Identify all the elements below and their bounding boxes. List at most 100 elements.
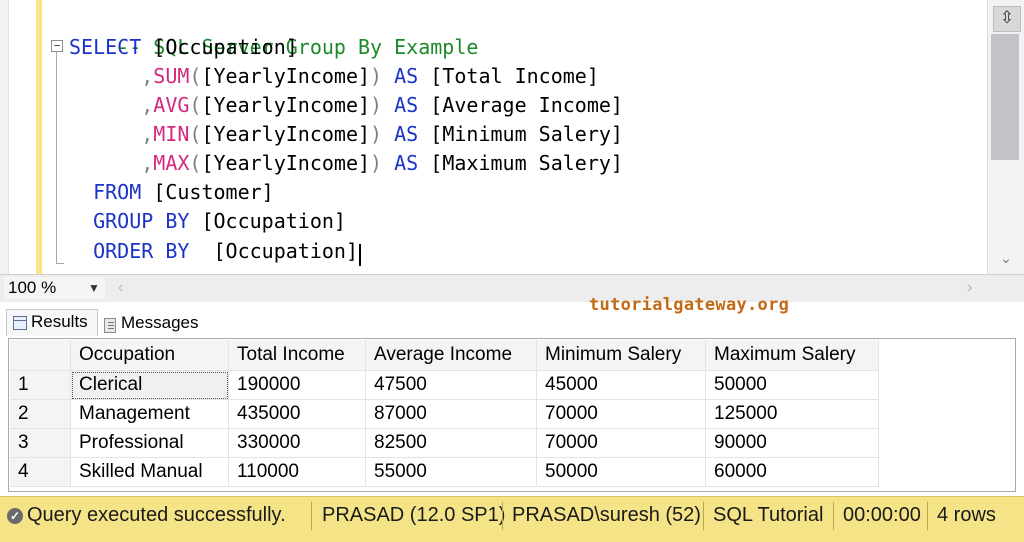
status-divider xyxy=(311,502,312,530)
table-cell[interactable]: 125000 xyxy=(705,399,879,429)
paren-close: ) xyxy=(370,93,383,117)
table-cell[interactable]: 110000 xyxy=(228,457,366,487)
paren-open: ( xyxy=(189,151,202,175)
function-sum: SUM xyxy=(153,64,190,88)
editor-gutter xyxy=(0,0,9,274)
alias-average-income: [Average Income] xyxy=(430,93,623,117)
table-cell[interactable]: 50000 xyxy=(705,370,879,400)
sql-editor[interactable]: − -- SQL Server Group By Example SELECT … xyxy=(0,0,1024,274)
code-line-avg: ,AVG([YearlyIncome]) AS [Average Income] xyxy=(69,91,623,120)
grid-icon xyxy=(13,316,27,330)
column-header-maximum-salery[interactable]: Maximum Salery xyxy=(705,340,879,371)
grid-header-row: Occupation Total Income Average Income M… xyxy=(10,340,879,371)
table-cell[interactable]: Professional xyxy=(70,428,229,458)
table-cell[interactable]: 60000 xyxy=(705,457,879,487)
row-number[interactable]: 1 xyxy=(10,370,71,400)
zoom-strip xyxy=(0,274,1024,304)
table-cell[interactable]: 70000 xyxy=(536,399,706,429)
code-line-from: FROM [Customer] xyxy=(69,178,274,207)
column-yearly-income: [YearlyIncome] xyxy=(201,93,371,117)
collapse-toggle-icon[interactable]: − xyxy=(51,40,63,52)
column-header-total-income[interactable]: Total Income xyxy=(228,340,366,371)
watermark: tutorialgateway.org xyxy=(589,295,790,315)
chevron-down-icon[interactable]: ▼ xyxy=(88,277,100,299)
alias-total-income: [Total Income] xyxy=(430,64,599,88)
comma: , xyxy=(141,122,154,146)
code-line-sum: ,SUM([YearlyIncome]) AS [Total Income] xyxy=(69,62,599,91)
split-icon[interactable]: ⇳ xyxy=(993,6,1021,32)
grid-corner[interactable] xyxy=(10,340,71,371)
table-row[interactable]: 3 Professional 330000 82500 70000 90000 xyxy=(10,428,879,458)
row-number[interactable]: 2 xyxy=(10,399,71,429)
code-line-comment: -- SQL Server Group By Example xyxy=(69,4,478,59)
status-message: Query executed successfully. xyxy=(27,504,286,526)
table-cell[interactable]: 47500 xyxy=(365,370,537,400)
table-cell[interactable]: Skilled Manual xyxy=(70,457,229,487)
code-line-select: SELECT [Occupation] xyxy=(69,33,298,62)
status-divider xyxy=(833,502,834,530)
tab-messages[interactable]: Messages xyxy=(99,311,211,337)
status-server: PRASAD (12.0 SP1) xyxy=(322,504,506,526)
status-user: PRASAD\suresh (52) xyxy=(512,504,701,526)
status-database: SQL Tutorial xyxy=(713,504,824,526)
comma: , xyxy=(141,151,154,175)
zoom-value[interactable]: 100 % xyxy=(8,277,56,299)
text-caret xyxy=(359,244,361,266)
keyword-from: FROM xyxy=(93,180,142,204)
scroll-left-icon[interactable]: ‹ xyxy=(118,277,123,299)
table-cell[interactable]: 190000 xyxy=(228,370,366,400)
column-header-minimum-salery[interactable]: Minimum Salery xyxy=(536,340,706,371)
message-icon xyxy=(104,318,116,333)
tab-results[interactable]: Results xyxy=(6,309,98,336)
function-min: MIN xyxy=(153,122,190,146)
table-cell[interactable]: 82500 xyxy=(365,428,537,458)
keyword-select: SELECT xyxy=(69,35,142,59)
table-customer: [Customer] xyxy=(153,180,274,204)
column-occupation: [Occupation] xyxy=(153,35,298,59)
change-tracking-bar xyxy=(36,0,42,274)
table-cell-selected[interactable]: Clerical xyxy=(70,370,229,400)
status-row-count: 4 rows xyxy=(937,504,996,526)
table-row[interactable]: 2 Management 435000 87000 70000 125000 xyxy=(10,399,879,429)
column-yearly-income: [YearlyIncome] xyxy=(201,122,371,146)
paren-open: ( xyxy=(189,93,202,117)
table-row[interactable]: 1 Clerical 190000 47500 45000 50000 xyxy=(10,370,879,400)
comma: , xyxy=(141,93,154,117)
table-cell[interactable]: 330000 xyxy=(228,428,366,458)
results-grid: Occupation Total Income Average Income M… xyxy=(10,340,879,487)
row-number[interactable]: 4 xyxy=(10,457,71,487)
table-cell[interactable]: 87000 xyxy=(365,399,537,429)
alias-minimum-salery: [Minimum Salery] xyxy=(430,122,623,146)
table-cell[interactable]: 55000 xyxy=(365,457,537,487)
column-yearly-income: [YearlyIncome] xyxy=(201,64,371,88)
code-line-max: ,MAX([YearlyIncome]) AS [Maximum Salery] xyxy=(69,149,623,178)
status-elapsed-time: 00:00:00 xyxy=(843,504,921,526)
row-number[interactable]: 3 xyxy=(10,428,71,458)
table-cell[interactable]: 435000 xyxy=(228,399,366,429)
keyword-order-by: ORDER BY xyxy=(93,239,190,263)
outline-end xyxy=(56,263,64,264)
status-divider xyxy=(703,502,704,530)
column-occupation: [Occupation] xyxy=(201,209,346,233)
keyword-group-by: GROUP BY xyxy=(93,209,190,233)
column-header-occupation[interactable]: Occupation xyxy=(70,340,229,371)
keyword-as: AS xyxy=(394,93,419,117)
table-cell[interactable]: Management xyxy=(70,399,229,429)
paren-open: ( xyxy=(189,122,202,146)
table-cell[interactable]: 70000 xyxy=(536,428,706,458)
scrollbar-thumb[interactable] xyxy=(991,34,1019,160)
scroll-right-icon[interactable]: › xyxy=(967,277,972,299)
comma: , xyxy=(141,64,154,88)
scroll-down-icon[interactable]: ⌄ xyxy=(993,248,1019,268)
code-line-group-by: GROUP BY [Occupation] xyxy=(69,207,346,236)
code-line-order-by: ORDER BY [Occupation] xyxy=(69,237,358,266)
keyword-as: AS xyxy=(394,64,419,88)
table-cell[interactable]: 45000 xyxy=(536,370,706,400)
table-cell[interactable]: 90000 xyxy=(705,428,879,458)
outline-line xyxy=(56,52,57,264)
keyword-as: AS xyxy=(394,151,419,175)
alias-maximum-salery: [Maximum Salery] xyxy=(430,151,623,175)
table-row[interactable]: 4 Skilled Manual 110000 55000 50000 6000… xyxy=(10,457,879,487)
column-header-average-income[interactable]: Average Income xyxy=(365,340,537,371)
table-cell[interactable]: 50000 xyxy=(536,457,706,487)
